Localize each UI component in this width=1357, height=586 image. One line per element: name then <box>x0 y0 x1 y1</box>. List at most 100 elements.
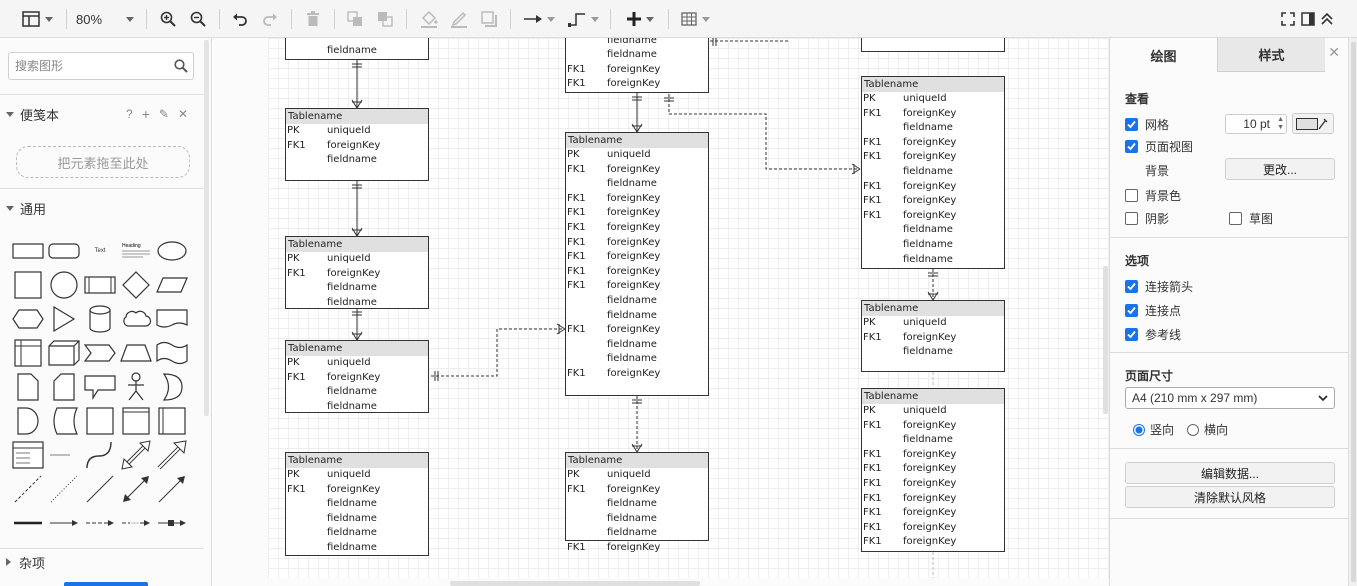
table-row[interactable]: FK1 foreignKey <box>566 206 708 221</box>
table-row[interactable]: FK1 foreignKey <box>566 250 708 265</box>
table-title[interactable]: Tablename <box>566 133 708 148</box>
table-row[interactable]: FK1 foreignKey <box>862 506 1004 521</box>
shape-container[interactable] <box>118 404 154 438</box>
shape-note[interactable] <box>10 370 46 404</box>
table-row[interactable]: FK1 foreignKey <box>566 77 708 92</box>
table-row[interactable]: FK1 foreignKey <box>862 209 1004 224</box>
table-row[interactable]: fieldname <box>286 44 428 59</box>
table-row[interactable]: fieldname <box>566 309 708 324</box>
tab-style[interactable]: 样式 <box>1217 38 1325 72</box>
add-icon[interactable]: + <box>142 106 150 122</box>
general-section-header[interactable]: 通用 <box>0 196 204 220</box>
canvas-horizontal-scrollbar[interactable] <box>450 581 700 586</box>
table-row[interactable]: FK1 foreignKey <box>862 136 1004 151</box>
table-row[interactable]: fieldname <box>862 238 1004 253</box>
table-row[interactable]: FK1 foreignKey <box>862 194 1004 209</box>
shape-cloud[interactable] <box>118 302 154 336</box>
table-title[interactable]: Tablename <box>286 109 428 124</box>
table-row[interactable]: FK1 foreignKey <box>566 163 708 178</box>
misc-section-header[interactable]: 杂项 <box>0 550 204 574</box>
table-row[interactable]: FK1 foreignKey <box>862 150 1004 165</box>
shape-actor[interactable] <box>118 370 154 404</box>
shadow-button[interactable] <box>478 6 500 32</box>
connection-arrows-option[interactable]: 连接箭头 <box>1125 278 1193 295</box>
table-row[interactable]: fieldname <box>566 512 708 527</box>
shape-list[interactable] <box>10 438 46 472</box>
shape-labeled-arrow[interactable] <box>118 506 154 540</box>
table-row[interactable]: fieldname <box>566 48 708 63</box>
table-row[interactable]: FK1 foreignKey <box>862 419 1004 434</box>
table-row[interactable]: FK1 foreignKey <box>862 448 1004 463</box>
shape-square[interactable] <box>10 268 46 302</box>
shape-document[interactable] <box>154 302 190 336</box>
shape-tape[interactable] <box>154 336 190 370</box>
to-front-button[interactable] <box>344 6 366 32</box>
background-color-option[interactable]: 背景色 <box>1125 187 1181 204</box>
er-table-t6[interactable]: fieldname fieldname FK1 foreignKey FK1 foreig… <box>565 38 709 93</box>
table-row[interactable]: fieldname <box>286 512 428 527</box>
shape-bidirectional-connector[interactable] <box>118 472 154 506</box>
waypoints-button[interactable] <box>566 6 600 32</box>
shape-link-arrow[interactable] <box>46 506 82 540</box>
table-row[interactable]: FK1 foreignKey <box>566 192 708 207</box>
connection-points-checkbox[interactable] <box>1125 304 1138 317</box>
shape-cube[interactable] <box>46 336 82 370</box>
connection-points-option[interactable]: 连接点 <box>1125 302 1181 319</box>
shape-bidirectional-arrow[interactable] <box>118 438 154 472</box>
er-table-t11[interactable]: Tablename PK uniqueId FK1 foreignKey fieldnam… <box>861 300 1005 372</box>
shape-text[interactable]: Text <box>82 234 118 268</box>
table-row[interactable]: FK1 foreignKey <box>862 180 1004 195</box>
guides-checkbox[interactable] <box>1125 328 1138 341</box>
table-row[interactable]: PK uniqueId <box>862 404 1004 419</box>
more-shapes-button[interactable] <box>64 582 148 586</box>
table-row[interactable]: fieldname <box>286 497 428 512</box>
table-row[interactable]: PK uniqueId <box>862 92 1004 107</box>
page-scrollbar[interactable] <box>1348 38 1357 586</box>
table-button[interactable] <box>678 6 712 32</box>
er-table-t12[interactable]: Tablename PK uniqueId FK1 foreignKey fieldnam… <box>861 388 1005 552</box>
table-row[interactable]: fieldname <box>862 223 1004 238</box>
shape-frame[interactable] <box>154 404 190 438</box>
table-row[interactable]: FK1 foreignKey <box>566 541 708 556</box>
canvas-vertical-scrollbar[interactable] <box>1103 266 1108 414</box>
grid-color-button[interactable] <box>1292 113 1334 134</box>
er-table-t10[interactable]: Tablename PK uniqueId FK1 foreignKey fieldnam… <box>861 76 1005 269</box>
page-size-select[interactable]: A4 (210 mm x 297 mm) <box>1125 387 1335 409</box>
shape-card[interactable] <box>46 370 82 404</box>
fill-color-button[interactable] <box>418 6 440 32</box>
sketch-option[interactable]: 草图 <box>1229 210 1273 227</box>
table-row[interactable]: PK uniqueId <box>566 148 708 163</box>
zoom-select[interactable]: 80% <box>76 6 134 32</box>
guides-option[interactable]: 参考线 <box>1125 326 1181 343</box>
table-title[interactable]: Tablename <box>286 341 428 356</box>
table-row[interactable]: fieldname <box>862 345 1004 360</box>
er-table-t1[interactable]: fieldname <box>285 38 429 60</box>
table-row[interactable]: fieldname <box>286 526 428 541</box>
shape-arrow[interactable] <box>154 438 190 472</box>
page-view-option[interactable]: 页面视图 <box>1125 138 1193 155</box>
undo-button[interactable] <box>229 6 251 32</box>
shape-rounded-rectangle[interactable] <box>46 234 82 268</box>
link-t4-t7[interactable] <box>431 328 565 377</box>
shape-textbox[interactable]: Heading <box>118 234 154 268</box>
table-row[interactable]: fieldname <box>286 541 428 556</box>
redo-button[interactable] <box>259 6 281 32</box>
table-row[interactable]: FK1 foreignKey <box>566 221 708 236</box>
shape-process[interactable] <box>82 268 118 302</box>
table-row[interactable]: fieldname <box>566 526 708 541</box>
shape-thick-line[interactable] <box>10 506 46 540</box>
table-row[interactable]: fieldname <box>862 253 1004 268</box>
to-back-button[interactable] <box>374 6 396 32</box>
shape-internal-storage[interactable] <box>10 336 46 370</box>
shape-hexagon[interactable] <box>10 302 46 336</box>
shape-step[interactable] <box>82 336 118 370</box>
shape-dashed-line[interactable] <box>10 472 46 506</box>
shape-callout[interactable] <box>82 370 118 404</box>
er-table-t5[interactable]: Tablename PK uniqueId FK1 foreignKey fieldnam… <box>285 452 429 556</box>
table-row[interactable]: fieldname <box>286 385 428 400</box>
table-row[interactable]: FK1 foreignKey <box>566 483 708 498</box>
table-row[interactable]: FK1 foreignKey <box>862 521 1004 536</box>
table-row[interactable]: FK1 foreignKey <box>566 265 708 280</box>
shape-directional-connector[interactable] <box>154 472 190 506</box>
portrait-option[interactable]: 竖向 <box>1133 421 1174 438</box>
